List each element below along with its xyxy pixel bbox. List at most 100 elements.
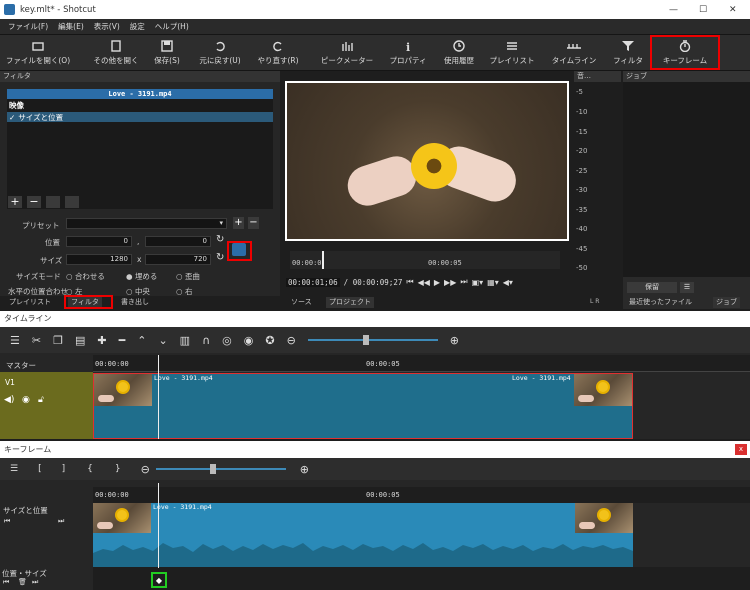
volume-icon[interactable]: ◀▾ xyxy=(503,278,513,287)
keyframe-diamond-icon[interactable]: ◆ xyxy=(151,572,167,588)
keyframes-clip[interactable]: Love - 3191.mp4 xyxy=(93,503,633,567)
undo-button[interactable]: 元に戻す(U) xyxy=(196,35,244,71)
current-timecode-field[interactable]: 00:00:01;06 xyxy=(286,277,340,287)
preset-remove-icon[interactable]: − xyxy=(248,217,259,229)
filter-item-size-position[interactable]: ✓ サイズと位置 xyxy=(7,112,273,122)
snap-icon[interactable]: ∩ xyxy=(202,334,210,347)
master-track-header[interactable]: マスター xyxy=(0,355,93,372)
param-next-keyframe-icon[interactable]: ⏭ xyxy=(32,578,38,587)
keyframes-menu-icon[interactable]: ☰ xyxy=(10,464,18,474)
mode-distort-radio[interactable]: ○ 歪曲 xyxy=(176,271,200,282)
grid-icon[interactable]: ▦▾ xyxy=(487,278,499,287)
remove-icon[interactable]: ━ xyxy=(119,334,126,347)
minimize-button[interactable]: — xyxy=(669,5,678,15)
open-file-button[interactable]: ファイルを開く(O) xyxy=(6,35,70,71)
remove-filter-icon[interactable]: − xyxy=(27,196,41,208)
preset-select[interactable]: ▾ xyxy=(66,218,227,229)
append-icon[interactable]: ✚ xyxy=(97,334,106,347)
filters-button[interactable]: フィルタ xyxy=(608,35,648,71)
tab-recent[interactable]: 最近使ったファイル xyxy=(626,297,695,308)
tab-export[interactable]: 書き出し xyxy=(118,297,152,308)
properties-button[interactable]: i プロパティ xyxy=(386,35,430,71)
zoom-fit-icon[interactable]: ▣▾ xyxy=(472,278,484,287)
menu-help[interactable]: ヘルプ(H) xyxy=(155,21,189,32)
tab-source[interactable]: ソース xyxy=(288,297,315,308)
timeline-clip[interactable]: Love - 3191.mp4 Love - 3191.mp4 xyxy=(93,373,633,439)
menu-file[interactable]: ファイル(F) xyxy=(8,21,48,32)
keyframes-zoom-out-icon[interactable]: ⊖ xyxy=(141,463,150,476)
set-out-button[interactable]: ] xyxy=(62,464,66,474)
skip-next-icon[interactable]: ⏭ xyxy=(460,277,467,287)
param-delete-icon[interactable]: 🗑︎ xyxy=(18,578,27,586)
lock-icon[interactable]: 🔓︎ xyxy=(38,395,44,405)
ripple-all-icon[interactable]: ✪ xyxy=(265,334,274,347)
keyframes-close-button[interactable]: x xyxy=(735,444,747,455)
paste-filter-icon[interactable] xyxy=(65,196,79,208)
param-track-header[interactable]: 位置・サイズ ⏮ 🗑︎ ⏭ xyxy=(0,567,93,590)
menu-edit[interactable]: 編集(E) xyxy=(58,21,84,32)
jobs-menu-button[interactable]: ☰ xyxy=(680,282,694,293)
position-x-field[interactable]: 0 xyxy=(66,236,132,247)
scrub-playhead-icon[interactable] xyxy=(322,251,324,269)
copy-filter-icon[interactable] xyxy=(46,196,60,208)
keyframes-zoom-in-icon[interactable]: ⊕ xyxy=(300,463,309,476)
tab-project[interactable]: プロジェクト xyxy=(326,297,374,308)
set-filter-in-button[interactable]: { xyxy=(87,464,93,474)
fast-forward-icon[interactable]: ▶▶ xyxy=(444,278,456,287)
zoom-slider-handle[interactable] xyxy=(362,335,369,345)
preset-add-icon[interactable]: + xyxy=(233,217,244,229)
rewind-icon[interactable]: ◀◀ xyxy=(418,278,430,287)
mute-icon[interactable]: ◀) xyxy=(4,395,14,405)
save-button[interactable]: 保存(S) xyxy=(150,35,184,71)
set-in-button[interactable]: [ xyxy=(38,464,42,474)
overwrite-icon[interactable]: ⌄ xyxy=(158,334,167,347)
copy-icon[interactable]: ❐ xyxy=(53,334,63,347)
history-button[interactable]: 使用履歴 xyxy=(440,35,478,71)
seek-next-keyframe-icon[interactable]: ⏭ xyxy=(58,517,64,526)
mode-fit-radio[interactable]: ○ 合わせる xyxy=(66,271,105,282)
lift-icon[interactable]: ⌃ xyxy=(137,334,146,347)
keyframes-zoom-slider[interactable] xyxy=(155,464,286,474)
filter-track-header[interactable]: サイズと位置 ⏮ ⏭ xyxy=(0,503,93,567)
scrubber-bar[interactable]: 00:00:0 00:00:05 xyxy=(290,251,560,269)
mode-fill-radio[interactable]: ● 埋める xyxy=(126,271,157,282)
zoom-in-icon[interactable]: ⊕ xyxy=(450,334,459,347)
redo-button[interactable]: やり直す(R) xyxy=(254,35,302,71)
v1-track-header[interactable]: V1 ◀) ◉ 🔓︎ xyxy=(0,372,93,439)
playlist-button[interactable]: プレイリスト xyxy=(486,35,538,71)
filter-checkbox[interactable]: ✓ xyxy=(9,113,15,122)
keyframes-playhead[interactable] xyxy=(158,483,159,568)
zoom-out-icon[interactable]: ⊖ xyxy=(287,334,296,347)
keyframes-ruler[interactable]: 00:00:00 00:00:05 xyxy=(93,487,750,503)
size-height-field[interactable]: 720 xyxy=(145,254,211,265)
skip-previous-icon[interactable]: ⏮ xyxy=(406,277,413,287)
timeline-ruler[interactable]: 00:00:00 00:00:05 xyxy=(93,355,750,372)
maximize-button[interactable]: ☐ xyxy=(699,5,707,15)
zoom-slider[interactable] xyxy=(307,335,438,345)
pause-jobs-button[interactable]: 保留 xyxy=(627,282,677,293)
add-filter-icon[interactable]: + xyxy=(8,196,22,208)
close-window-button[interactable]: ✕ xyxy=(729,5,737,15)
ripple-icon[interactable]: ◉ xyxy=(244,334,254,347)
menu-settings[interactable]: 設定 xyxy=(130,21,145,32)
hide-icon[interactable]: ◉ xyxy=(22,395,30,405)
position-reset-icon[interactable]: ↻ xyxy=(216,234,224,245)
seek-prev-keyframe-icon[interactable]: ⏮ xyxy=(4,517,10,526)
cut-icon[interactable]: ✂ xyxy=(32,334,41,347)
menu-view[interactable]: 表示(V) xyxy=(94,21,120,32)
param-track-lane[interactable] xyxy=(93,567,750,590)
split-icon[interactable]: ▥ xyxy=(180,334,190,347)
scrub-icon[interactable]: ◎ xyxy=(222,334,232,347)
timeline-playhead[interactable] xyxy=(158,355,159,439)
play-icon[interactable]: ▶ xyxy=(434,278,440,287)
tab-playlist[interactable]: プレイリスト xyxy=(6,297,54,308)
position-y-field[interactable]: 0 xyxy=(145,236,211,247)
peak-meter-button[interactable]: ピークメーター xyxy=(316,35,378,71)
size-reset-icon[interactable]: ↻ xyxy=(216,252,224,263)
tab-jobs[interactable]: ジョブ xyxy=(713,297,740,308)
timeline-button[interactable]: タイムライン xyxy=(546,35,602,71)
keyframes-zoom-handle[interactable] xyxy=(209,464,216,474)
param-prev-keyframe-icon[interactable]: ⏮ xyxy=(3,578,9,587)
timeline-menu-icon[interactable]: ☰ xyxy=(10,334,20,347)
open-other-button[interactable]: その他を開く xyxy=(88,35,144,71)
